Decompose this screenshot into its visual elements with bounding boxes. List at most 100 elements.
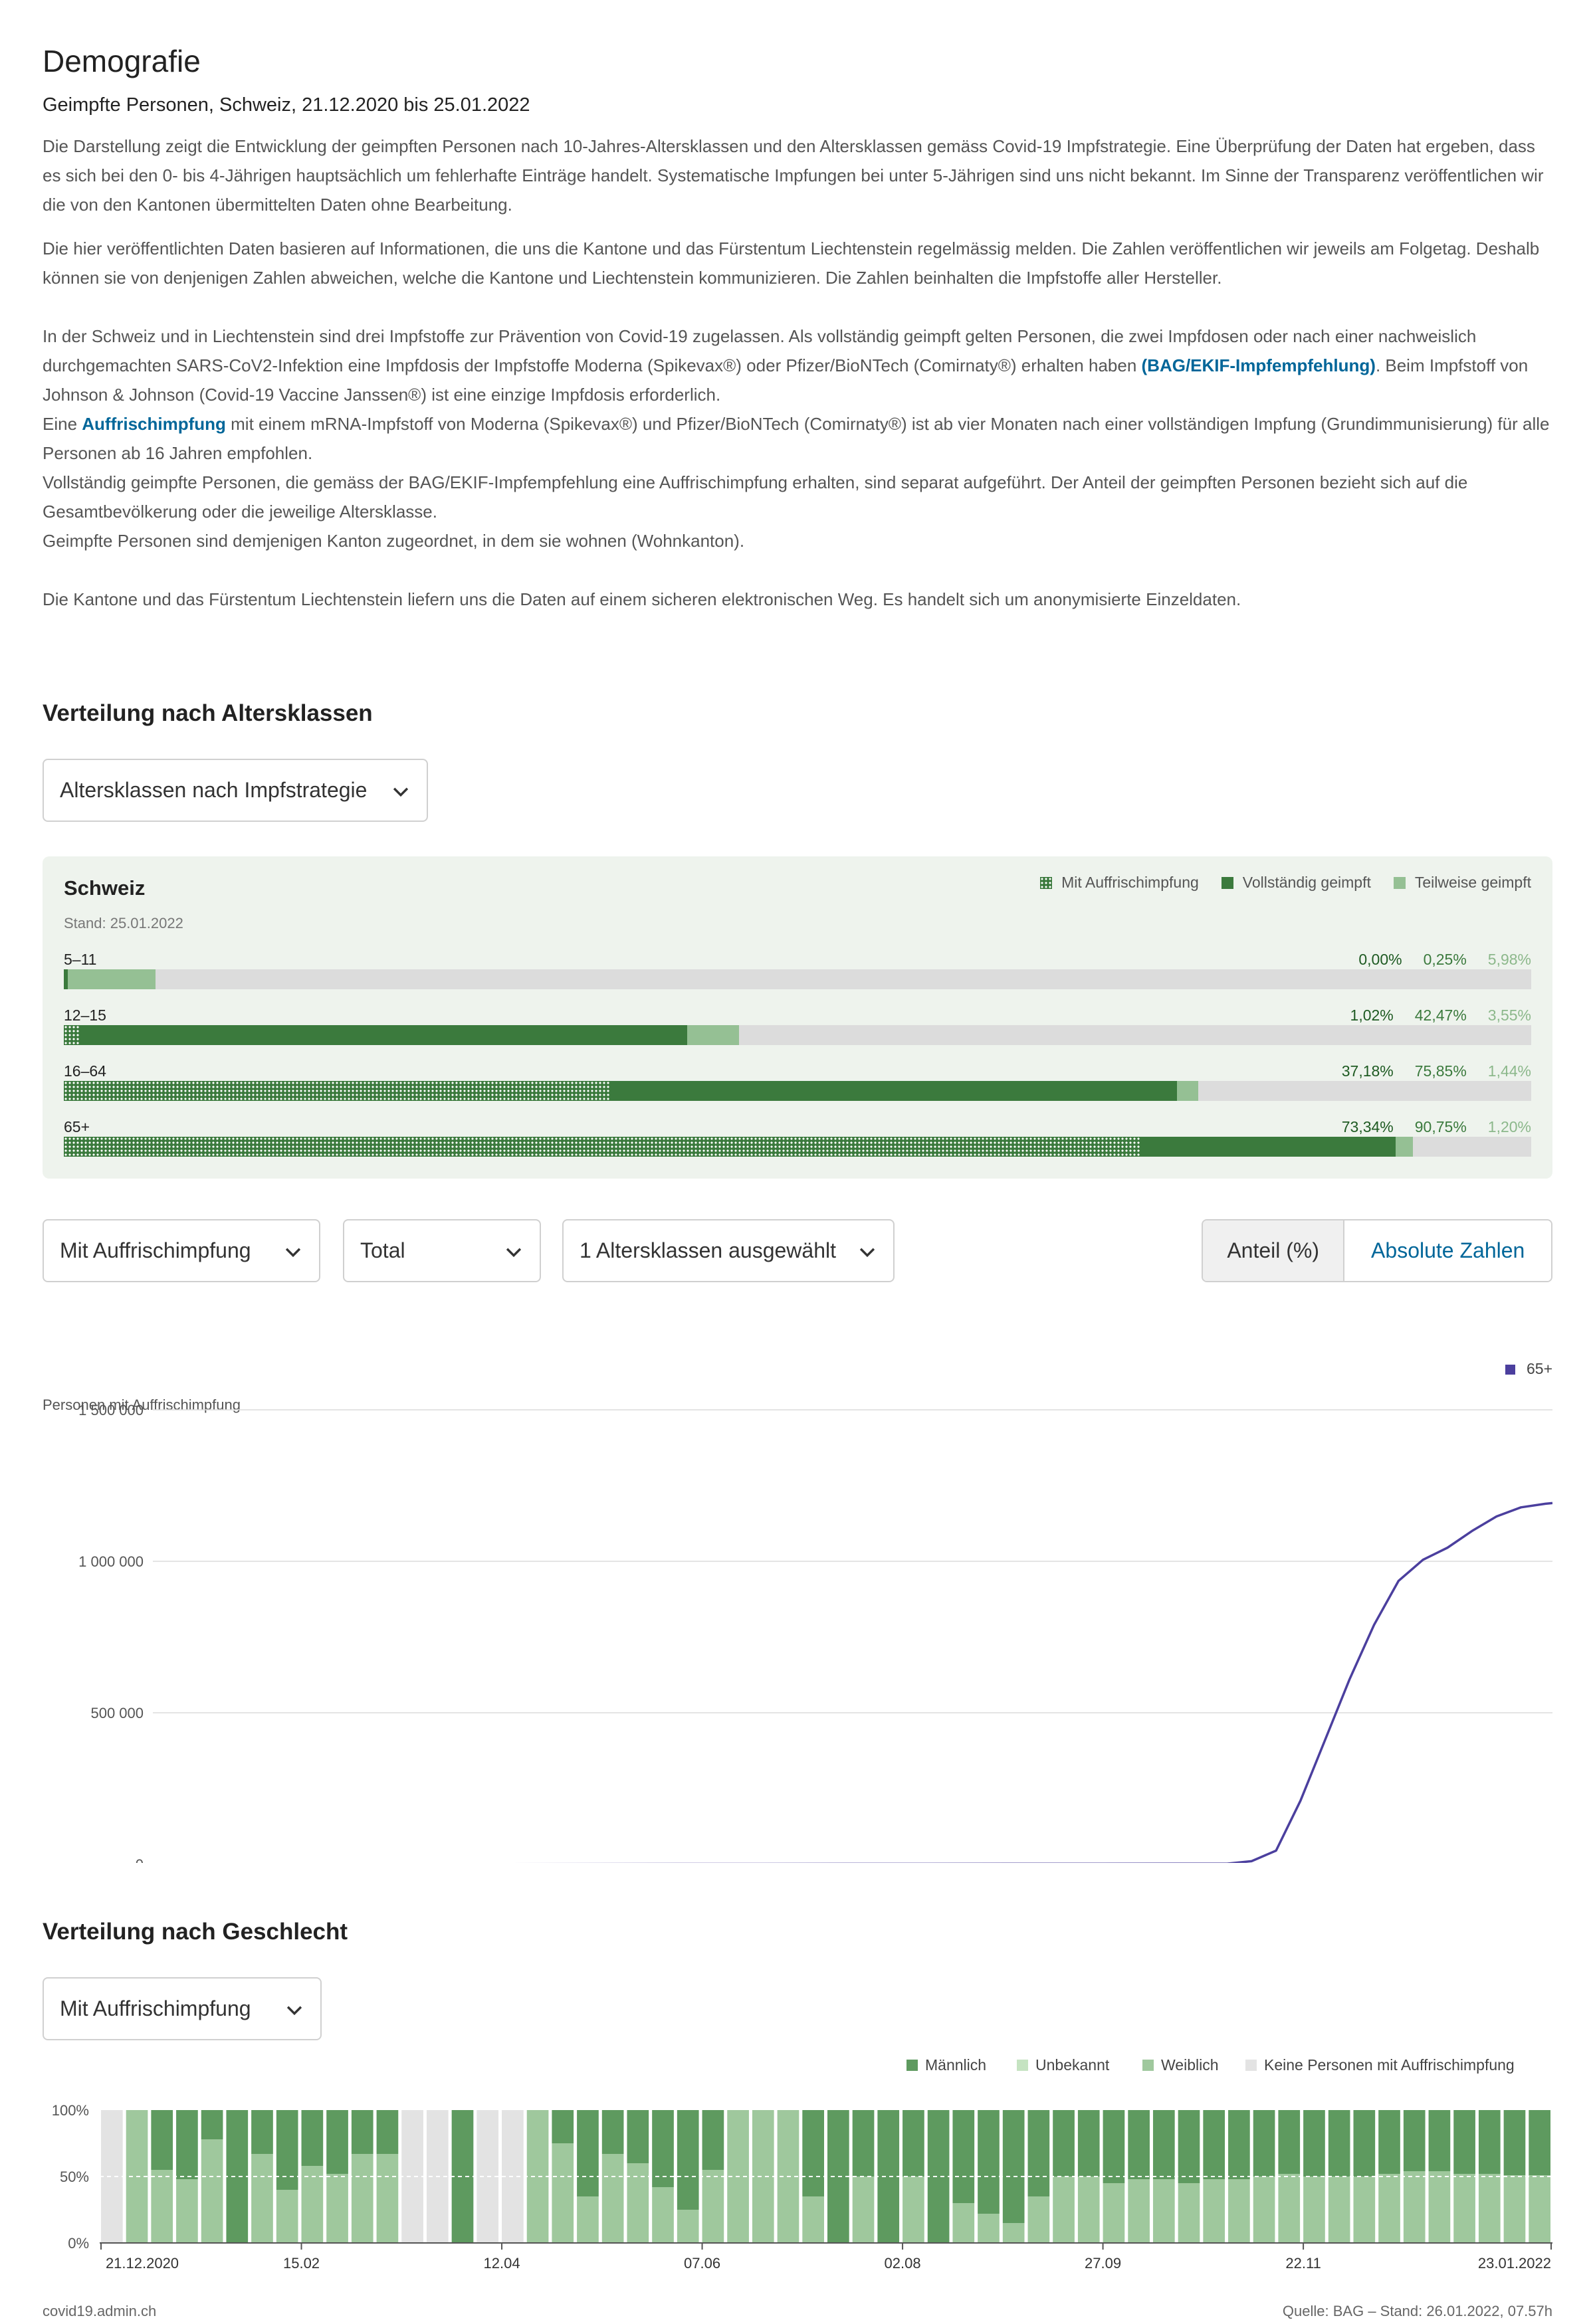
x-tick-label: 12.04 xyxy=(484,2255,520,2272)
age-class-select[interactable]: 1 Altersklassen ausgewählt xyxy=(562,1219,895,1282)
page: Demografie Geimpfte Personen, Schweiz, 2… xyxy=(43,43,1552,2319)
bar-male xyxy=(1178,2110,1200,2183)
legend-swatch xyxy=(1505,1365,1515,1375)
booster-value: 0,00% xyxy=(1358,951,1402,968)
bar-female xyxy=(251,2154,273,2243)
intro-text-span: mit einem mRNA-Impfstoff von Moderna (Sp… xyxy=(43,414,1550,463)
progress-track xyxy=(64,1025,1531,1045)
booster-link[interactable]: Auffrischimpfung xyxy=(82,414,226,434)
age-label: 16–64 xyxy=(64,1062,106,1080)
panel-legend: Mit Auffrischimpfung Vollständig geimpft… xyxy=(1017,874,1531,892)
full-segment xyxy=(64,969,68,989)
intro-text-span: Vollständig geimpfte Personen, die gemäs… xyxy=(43,472,1468,522)
toggle-absolute-button[interactable]: Absolute Zahlen xyxy=(1344,1220,1551,1281)
bar-male xyxy=(1228,2110,1250,2179)
bar-female xyxy=(552,2143,574,2243)
intro-text-span: Geimpfte Personen sind demjenigen Kanton… xyxy=(43,531,745,551)
intro-paragraph: In der Schweiz und in Liechtenstein sind… xyxy=(43,322,1552,555)
bar-female xyxy=(577,2196,599,2243)
x-tick-label: 15.02 xyxy=(283,2255,320,2272)
full-value: 0,25% xyxy=(1423,951,1467,968)
full-value: 90,75% xyxy=(1414,1118,1467,1135)
bar-male xyxy=(877,2110,900,2243)
legend-item-partial: Teilweise geimpft xyxy=(1393,874,1531,892)
age-values: 37,18% 75,85% 1,44% xyxy=(1321,1062,1531,1080)
sex-select[interactable]: Total xyxy=(343,1219,541,1282)
bar-female xyxy=(702,2170,724,2243)
bar-female xyxy=(326,2174,348,2243)
bar-female xyxy=(1328,2177,1350,2243)
y-tick-label: 0 xyxy=(136,1856,144,1863)
toggle-share-button[interactable]: Anteil (%) xyxy=(1203,1220,1345,1281)
legend-label: Teilweise geimpft xyxy=(1414,874,1531,891)
bar-female xyxy=(1529,2175,1550,2243)
bar-female xyxy=(376,2154,399,2243)
age-row: 12–15 1,02% 42,47% 3,55% xyxy=(64,1007,1531,1046)
legend-swatch xyxy=(1040,876,1053,889)
bar-female xyxy=(1428,2171,1451,2243)
bar-female xyxy=(802,2196,824,2243)
footer-site: covid19.admin.ch xyxy=(43,2303,157,2319)
bar-male xyxy=(1203,2110,1225,2179)
bar-female xyxy=(201,2139,223,2243)
age-label: 65+ xyxy=(64,1118,90,1135)
booster-value: 37,18% xyxy=(1341,1062,1394,1080)
bar-none xyxy=(401,2110,423,2243)
bar-male xyxy=(1002,2110,1025,2223)
gender-vaccination-select[interactable]: Mit Auffrischimpfung xyxy=(43,1977,322,2040)
bar-male xyxy=(978,2110,1000,2214)
bar-female xyxy=(601,2154,624,2243)
progress-track xyxy=(64,1081,1531,1101)
bar-male xyxy=(552,2110,574,2143)
bag-ekif-link[interactable]: (BAG/EKIF-Impfempfehlung) xyxy=(1142,355,1376,375)
partial-value: 3,55% xyxy=(1487,1007,1531,1024)
bar-female xyxy=(903,2177,924,2243)
x-tick-label: 23.01.2022 xyxy=(1478,2255,1551,2272)
series-line-65plus xyxy=(451,1501,1552,1863)
panel-date: Stand: 25.01.2022 xyxy=(64,915,183,931)
bar-male xyxy=(627,2110,649,2163)
booster-segment xyxy=(64,1137,1140,1157)
bar-female xyxy=(1178,2183,1200,2243)
age-strategy-select[interactable]: Altersklassen nach Impfstrategie xyxy=(43,759,428,822)
legend-swatch xyxy=(906,2060,918,2071)
vaccination-panel: Schweiz Stand: 25.01.2022 Mit Auffrischi… xyxy=(43,856,1552,1179)
vaccination-status-select[interactable]: Mit Auffrischimpfung xyxy=(43,1219,320,1282)
bar-male xyxy=(251,2110,273,2154)
bar-female xyxy=(1053,2177,1075,2243)
y-tick-label: 100% xyxy=(52,2102,89,2119)
bar-female xyxy=(1128,2179,1150,2243)
bar-female xyxy=(677,2210,699,2243)
chevron-down-icon xyxy=(859,1248,875,1258)
legend-swatch xyxy=(1245,2060,1257,2071)
select-value: Mit Auffrischimpfung xyxy=(60,1238,251,1262)
age-label: 5–11 xyxy=(64,951,97,968)
bar-female xyxy=(1403,2171,1426,2243)
y-tick-label: 50% xyxy=(60,2169,89,2185)
bar-male xyxy=(1303,2110,1325,2177)
bar-female xyxy=(1303,2177,1325,2243)
bar-male xyxy=(1428,2110,1451,2171)
intro-paragraph: Die Kantone und das Fürstentum Liechtens… xyxy=(43,589,1241,609)
bar-male xyxy=(301,2110,324,2166)
bar-female xyxy=(952,2203,975,2243)
bar-none xyxy=(101,2110,123,2243)
age-row: 65+ 73,34% 90,75% 1,20% xyxy=(64,1118,1531,1158)
legend-label: Männlich xyxy=(925,2056,986,2074)
full-segment xyxy=(64,1025,687,1045)
age-values: 0,00% 0,25% 5,98% xyxy=(1337,951,1531,969)
intro-text: Die Darstellung zeigt die Entwicklung de… xyxy=(43,132,1552,614)
gender-bar-chart: Männlich Unbekannt Weiblich Keine Personen … xyxy=(52,2056,1552,2272)
bar-female xyxy=(852,2177,875,2243)
page-title: Demografie xyxy=(43,44,201,78)
bar-male xyxy=(1077,2110,1100,2177)
y-tick-label: 500 000 xyxy=(90,1705,144,1721)
y-tick-label: 0% xyxy=(68,2235,89,2252)
bar-male xyxy=(1529,2110,1550,2175)
section-title-age: Verteilung nach Altersklassen xyxy=(43,700,373,726)
age-label: 12–15 xyxy=(64,1007,106,1024)
partial-value: 1,44% xyxy=(1487,1062,1531,1080)
bar-male xyxy=(652,2110,674,2187)
full-value: 75,85% xyxy=(1414,1062,1467,1080)
y-tick-label: 1 500 000 xyxy=(78,1402,144,1418)
